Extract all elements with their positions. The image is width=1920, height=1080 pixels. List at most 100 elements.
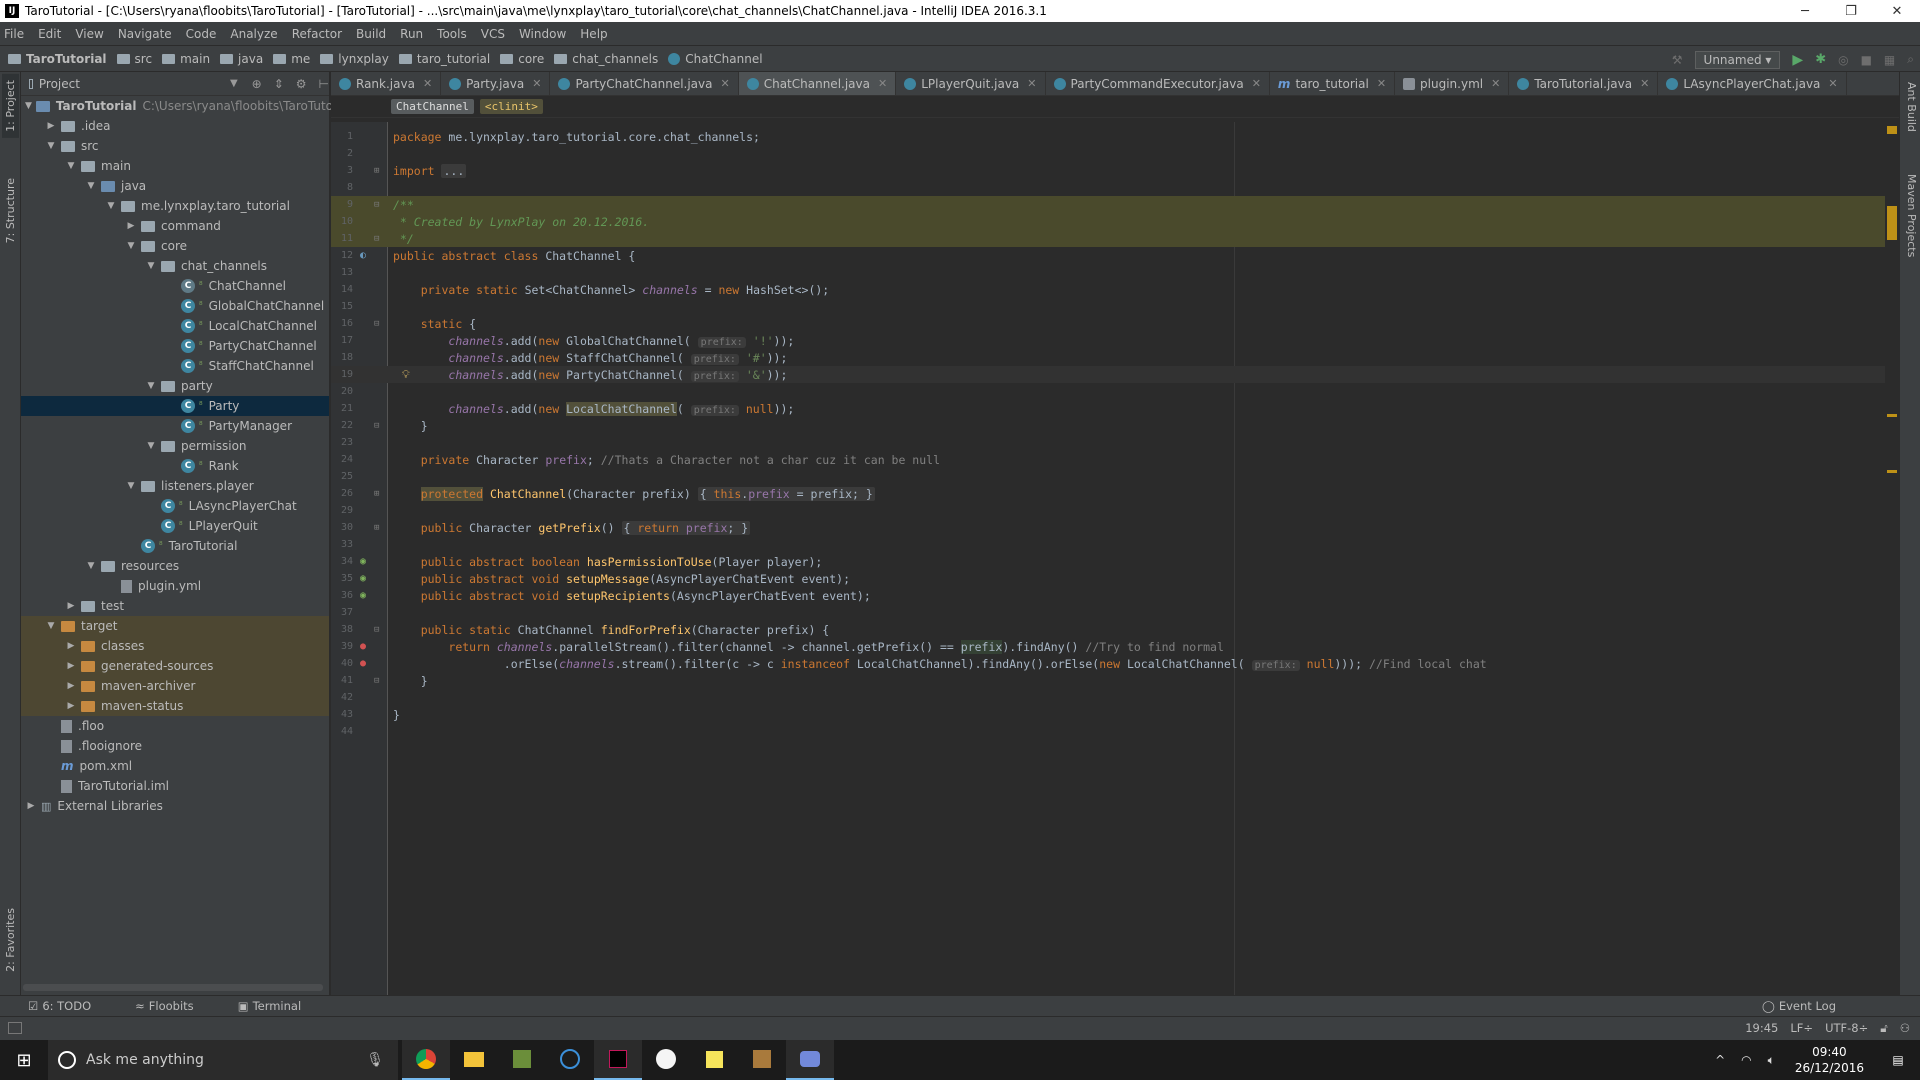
code-line[interactable]: 23 <box>331 434 1899 451</box>
editor-tab[interactable]: Party.java ✕ <box>441 72 551 95</box>
tree-item[interactable]: ▼ resources <box>21 556 329 576</box>
menu-file[interactable]: File <box>4 27 24 41</box>
close-tab-icon[interactable]: ✕ <box>878 77 887 90</box>
expanded-arrow-icon[interactable]: ▼ <box>125 241 137 251</box>
code-line[interactable]: 35 ◉ public abstract void setupMessage(As… <box>331 570 1899 587</box>
view-dropdown-icon[interactable]: ▼ <box>230 78 238 89</box>
fold-collapse-icon[interactable]: ⊟ <box>374 200 379 210</box>
editor-tab[interactable]: LPlayerQuit.java ✕ <box>896 72 1046 95</box>
collapsed-arrow-icon[interactable]: ▶ <box>65 681 77 691</box>
menu-edit[interactable]: Edit <box>38 27 61 41</box>
stripe-marker[interactable] <box>1887 206 1897 240</box>
editor-tab[interactable]: TaroTutorial.java ✕ <box>1509 72 1659 95</box>
stop-icon[interactable]: ■ <box>1861 53 1872 67</box>
code-line[interactable]: 14 private static Set<ChatChannel> chann… <box>331 281 1899 298</box>
tree-item[interactable]: ▼ party <box>21 376 329 396</box>
lock-icon[interactable]: 🔓︎ <box>1880 1021 1887 1036</box>
cortana-search-box[interactable]: Ask me anything 🎙︎ <box>48 1040 398 1080</box>
implementations-icon[interactable]: ◐ <box>357 250 369 262</box>
fold-collapse-icon[interactable]: ⊟ <box>374 319 379 329</box>
expanded-arrow-icon[interactable]: ▼ <box>105 201 117 211</box>
fold-collapse-icon[interactable]: ⊟ <box>374 676 379 686</box>
tree-item[interactable]: ▼ chat_channels <box>21 256 329 276</box>
nav-crumb-lynxplay[interactable]: lynxplay <box>320 52 389 66</box>
tree-item[interactable]: C ⁸ LAsyncPlayerChat <box>21 496 329 516</box>
code-line[interactable]: 25 <box>331 468 1899 485</box>
code-area[interactable]: 1 package me.lynxplay.taro_tutorial.core.… <box>331 122 1899 995</box>
sync-icon[interactable]: ⊕ <box>252 77 262 91</box>
debug-icon[interactable]: ✱ <box>1815 52 1826 67</box>
code-line[interactable]: 42 <box>331 689 1899 706</box>
fold-expand-icon[interactable]: ⊞ <box>374 489 379 499</box>
code-line[interactable]: 43} <box>331 706 1899 723</box>
code-line[interactable]: 18 channels.add(new StaffChatChannel( pr… <box>331 349 1899 366</box>
tree-item[interactable]: ▶ classes <box>21 636 329 656</box>
menu-run[interactable]: Run <box>400 27 423 41</box>
breadcrumb-method[interactable]: <clinit> <box>479 99 543 114</box>
collapsed-arrow-icon[interactable]: ▶ <box>65 601 77 611</box>
nav-crumb-core[interactable]: core <box>500 52 544 66</box>
stripe-marker[interactable] <box>1887 470 1897 473</box>
tree-item[interactable]: C ⁸ TaroTutorial <box>21 536 329 556</box>
tool-tab-project[interactable]: 1: Project <box>2 74 19 138</box>
wifi-icon[interactable]: ◠ <box>1741 1053 1751 1067</box>
inspector-icon[interactable]: ⚇ <box>1900 1021 1910 1036</box>
action-center-icon[interactable]: ▤ <box>1876 1040 1920 1080</box>
tree-item[interactable]: ▶ test <box>21 596 329 616</box>
tree-item[interactable]: TaroTutorial.iml <box>21 776 329 796</box>
code-line[interactable]: 36 ◉ public abstract void setupRecipients… <box>331 587 1899 604</box>
code-line[interactable]: 12 ◐ public abstract class ChatChannel { <box>331 247 1899 264</box>
code-line[interactable]: 39 ● return channels.parallelStream().fil… <box>331 638 1899 655</box>
tree-item[interactable]: C ⁸ PartyChatChannel <box>21 336 329 356</box>
implemented-icon[interactable]: ◉ <box>357 590 369 602</box>
tree-item[interactable]: ▼ java <box>21 176 329 196</box>
tree-item[interactable]: ▼ listeners.player <box>21 476 329 496</box>
editor-tab[interactable]: LAsyncPlayerChat.java ✕ <box>1658 72 1847 95</box>
expanded-arrow-icon[interactable]: ▼ <box>45 141 57 151</box>
implemented-icon[interactable]: ◉ <box>357 573 369 585</box>
coverage-icon[interactable]: ◎ <box>1838 53 1848 67</box>
collapsed-arrow-icon[interactable]: ▶ <box>65 701 77 711</box>
tool-tab-todo[interactable]: ☑ 6: TODO <box>28 999 113 1013</box>
microphone-icon[interactable]: 🎙︎ <box>366 1052 384 1068</box>
editor-tab[interactable]: plugin.yml ✕ <box>1395 72 1510 95</box>
editor-tab[interactable]: PartyChatChannel.java ✕ <box>550 72 739 95</box>
code-line[interactable]: 11 ⊟ */ <box>331 230 1899 247</box>
code-line[interactable]: 44 <box>331 723 1899 740</box>
sticky-notes-icon[interactable] <box>690 1040 738 1080</box>
file-encoding[interactable]: UTF-8÷ <box>1825 1021 1868 1036</box>
tool-windows-icon[interactable] <box>8 1022 22 1034</box>
nav-crumb-main[interactable]: main <box>162 52 210 66</box>
nav-crumb-taro-tutorial[interactable]: taro_tutorial <box>398 52 490 66</box>
inspection-status-icon[interactable] <box>1887 126 1897 134</box>
file-explorer-icon[interactable] <box>450 1040 498 1080</box>
event-log-button[interactable]: ◯ Event Log <box>1762 999 1858 1013</box>
tree-item[interactable]: ▼ core <box>21 236 329 256</box>
close-tab-icon[interactable]: ✕ <box>721 77 730 90</box>
code-line[interactable]: 26 ⊞ protected ChatChannel(Character pref… <box>331 485 1899 502</box>
tree-item[interactable]: ▶ generated-sources <box>21 656 329 676</box>
line-separator[interactable]: LF÷ <box>1790 1021 1813 1036</box>
expanded-arrow-icon[interactable]: ▼ <box>25 101 32 111</box>
close-tab-icon[interactable]: ✕ <box>1491 77 1500 90</box>
expanded-arrow-icon[interactable]: ▼ <box>85 181 97 191</box>
close-button[interactable]: ✕ <box>1874 0 1920 22</box>
tree-item[interactable]: ▶ .idea <box>21 116 329 136</box>
chrome-icon[interactable] <box>402 1040 450 1080</box>
code-line[interactable]: 3 ⊞ import ... <box>331 162 1899 179</box>
tree-item[interactable]: C ⁸ LocalChatChannel <box>21 316 329 336</box>
code-line[interactable]: 1 package me.lynxplay.taro_tutorial.core.… <box>331 128 1899 145</box>
tree-item[interactable]: C ⁸ GlobalChatChannel <box>21 296 329 316</box>
tree-item[interactable]: m pom.xml <box>21 756 329 776</box>
clock[interactable]: 09:40 26/12/2016 <box>1795 1044 1864 1076</box>
itunes-icon[interactable] <box>642 1040 690 1080</box>
code-line[interactable]: 40 ● .orElse(channels.stream().filter(c -… <box>331 655 1899 672</box>
code-line[interactable]: 10 * Created by LynxPlay on 20.12.2016. <box>331 213 1899 230</box>
code-line[interactable]: 9 ⊟ /** <box>331 196 1899 213</box>
code-line[interactable]: 41 ⊟ } <box>331 672 1899 689</box>
tool-tab-terminal[interactable]: ▣ Terminal <box>238 999 323 1013</box>
collapsed-arrow-icon[interactable]: ▶ <box>25 801 37 811</box>
code-line[interactable]: 38 ⊟ public static ChatChannel findForPre… <box>331 621 1899 638</box>
close-tab-icon[interactable]: ✕ <box>532 77 541 90</box>
tree-item[interactable]: C ⁸ StaffChatChannel <box>21 356 329 376</box>
